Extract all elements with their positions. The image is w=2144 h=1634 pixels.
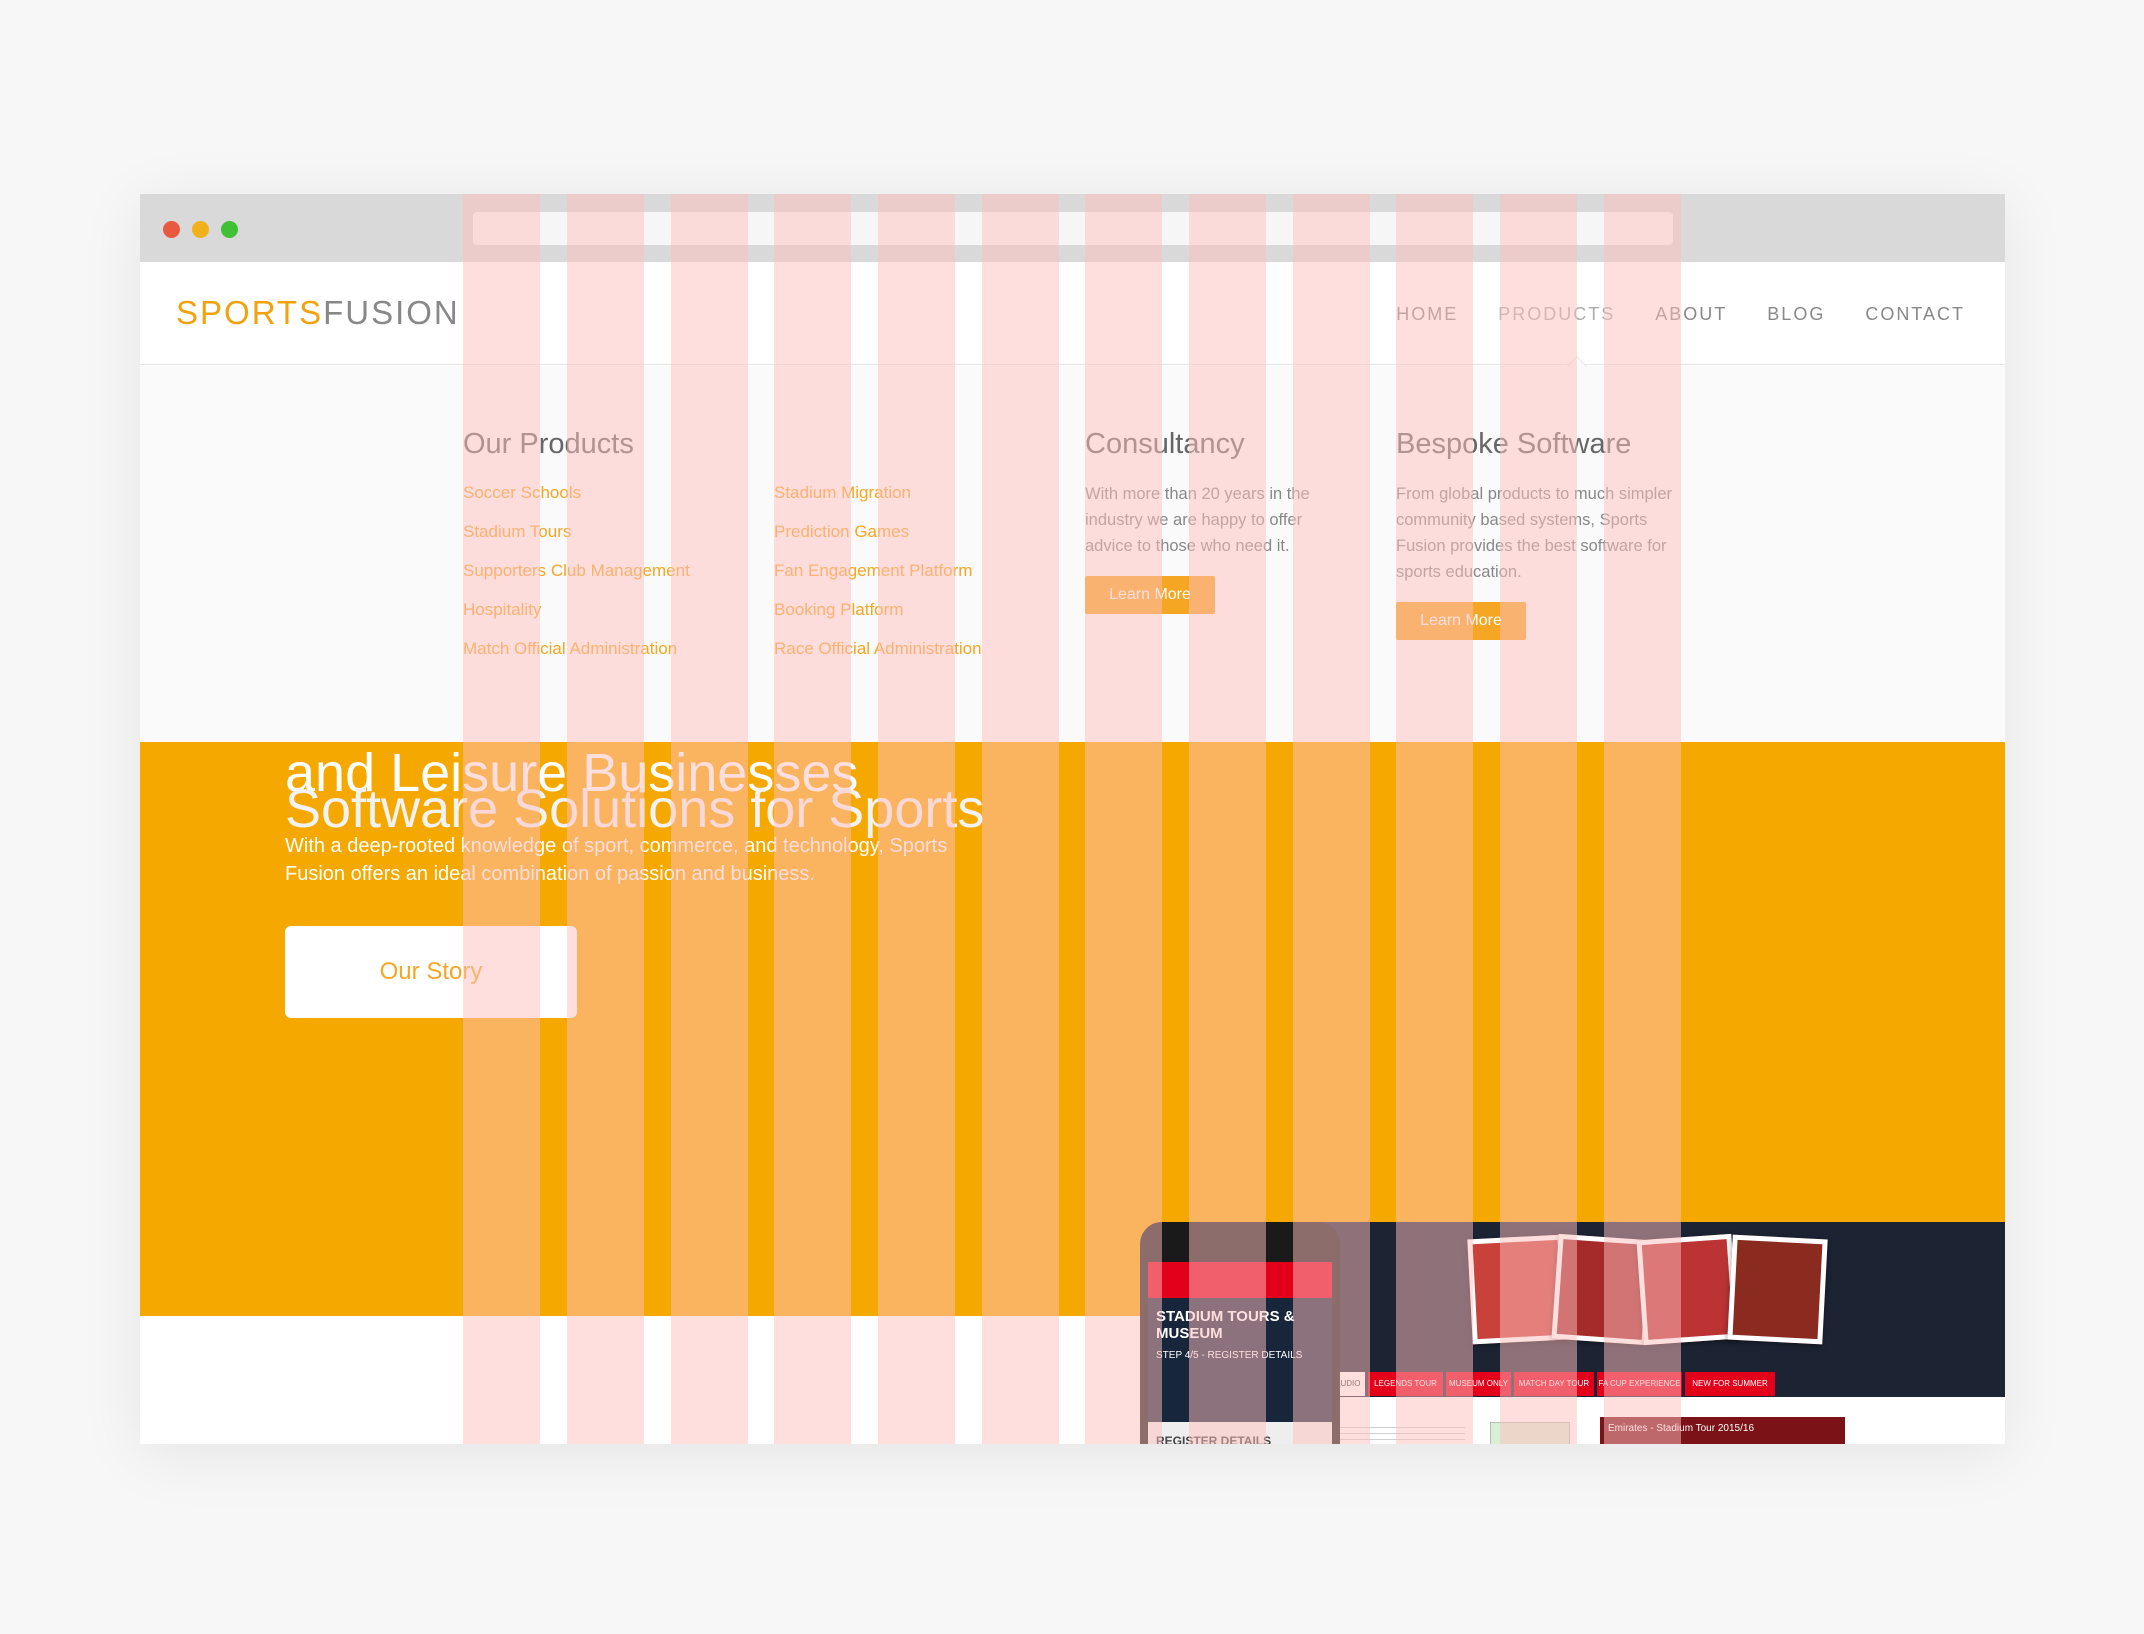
- main-nav: HOME PRODUCTS ABOUT BLOG CONTACT: [1356, 304, 1965, 325]
- menu-link[interactable]: Stadium Migration: [774, 473, 911, 512]
- menu-heading-products: Our Products: [463, 428, 634, 460]
- menu-link[interactable]: Prediction Games: [774, 512, 909, 551]
- nav-products[interactable]: PRODUCTS: [1498, 304, 1615, 325]
- maximize-window-button[interactable]: [221, 221, 238, 238]
- our-story-button[interactable]: Our Story: [285, 926, 577, 1018]
- tab-museum[interactable]: MUSEUM ONLY: [1446, 1372, 1511, 1396]
- consultancy-text: With more than 20 years in the industry …: [1085, 485, 1310, 555]
- certificate-badge: [1490, 1422, 1570, 1444]
- minimize-window-button[interactable]: [192, 221, 209, 238]
- polaroid-photo: [1727, 1234, 1828, 1345]
- phone-step: STEP 4/5 - REGISTER DETAILS: [1156, 1350, 1303, 1361]
- product-mockup: SELF-GUIDED AUDIO TOUR LEGENDS TOUR MUSE…: [1140, 1222, 2005, 1444]
- close-window-button[interactable]: [163, 221, 180, 238]
- menu-link[interactable]: Match Official Administration: [463, 629, 677, 668]
- desktop-banner: SELF-GUIDED AUDIO TOUR LEGENDS TOUR MUSE…: [1260, 1222, 2005, 1412]
- menu-link[interactable]: Stadium Tours: [463, 512, 571, 551]
- phone-section-title: REGISTER DETAILS: [1156, 1434, 1272, 1444]
- logo-rest: FUSION: [323, 294, 460, 331]
- menu-link[interactable]: Supporters Club Management: [463, 551, 690, 590]
- menu-heading-bespoke: Bespoke Software: [1396, 428, 1632, 460]
- menu-link[interactable]: Race Official Administration: [774, 629, 982, 668]
- hero-lead: With a deep-rooted knowledge of sport, c…: [285, 835, 948, 885]
- nav-contact[interactable]: CONTACT: [1865, 304, 1965, 325]
- products-mega-menu: Software Solutions for Sports Our Produc…: [140, 366, 2005, 839]
- nav-home[interactable]: HOME: [1396, 304, 1458, 325]
- video-title: Emirates - Stadium Tour 2015/16: [1608, 1423, 1755, 1434]
- browser-chrome: [140, 194, 2005, 262]
- menu-link[interactable]: Hospitality: [463, 590, 541, 629]
- phone-mockup: STADIUM TOURS & MUSEUM STEP 4/5 - REGIST…: [1140, 1222, 1340, 1444]
- phone-screen: STADIUM TOURS & MUSEUM STEP 4/5 - REGIST…: [1148, 1262, 1332, 1444]
- consultancy-learn-more-button[interactable]: Learn More: [1085, 576, 1215, 614]
- tab-summer[interactable]: NEW FOR SUMMER 2016: [1685, 1372, 1775, 1412]
- address-bar[interactable]: [473, 212, 1673, 245]
- site-header: SPORTSFUSION HOME PRODUCTS ABOUT BLOG CO…: [140, 262, 2005, 365]
- menu-link[interactable]: Booking Platform: [774, 590, 903, 629]
- bespoke-learn-more-button[interactable]: Learn More: [1396, 602, 1526, 640]
- tab-match-day[interactable]: MATCH DAY TOUR: [1514, 1372, 1594, 1396]
- tour-video[interactable]: Emirates - Stadium Tour 2015/16: [1600, 1417, 1845, 1444]
- website: SPORTSFUSION HOME PRODUCTS ABOUT BLOG CO…: [140, 262, 2005, 1444]
- tab-legends[interactable]: LEGENDS TOUR: [1368, 1372, 1443, 1396]
- tour-tabs: SELF-GUIDED AUDIO TOUR LEGENDS TOUR MUSE…: [1275, 1372, 1775, 1412]
- logo-accent: SPORTS: [176, 294, 324, 331]
- polaroid-photo: [1636, 1233, 1739, 1346]
- phone-nav-bar: [1148, 1262, 1332, 1298]
- phone-title: STADIUM TOURS & MUSEUM: [1156, 1308, 1295, 1342]
- menu-link[interactable]: Fan Engagement Platform: [774, 551, 972, 590]
- tab-fa-cup[interactable]: FA CUP EXPERIENCE: [1597, 1372, 1682, 1396]
- desktop-mockup: SELF-GUIDED AUDIO TOUR LEGENDS TOUR MUSE…: [1260, 1222, 2005, 1444]
- menu-link[interactable]: Soccer Schools: [463, 473, 581, 512]
- nav-about[interactable]: ABOUT: [1655, 304, 1727, 325]
- site-logo[interactable]: SPORTSFUSION: [176, 294, 460, 332]
- nav-blog[interactable]: BLOG: [1767, 304, 1825, 325]
- bespoke-text: From global products to much simpler com…: [1396, 485, 1673, 581]
- browser-window: SPORTSFUSION HOME PRODUCTS ABOUT BLOG CO…: [140, 194, 2005, 1444]
- menu-heading-consultancy: Consultancy: [1085, 428, 1245, 460]
- hero-headline-hidden: Software Solutions for Sports: [285, 779, 985, 839]
